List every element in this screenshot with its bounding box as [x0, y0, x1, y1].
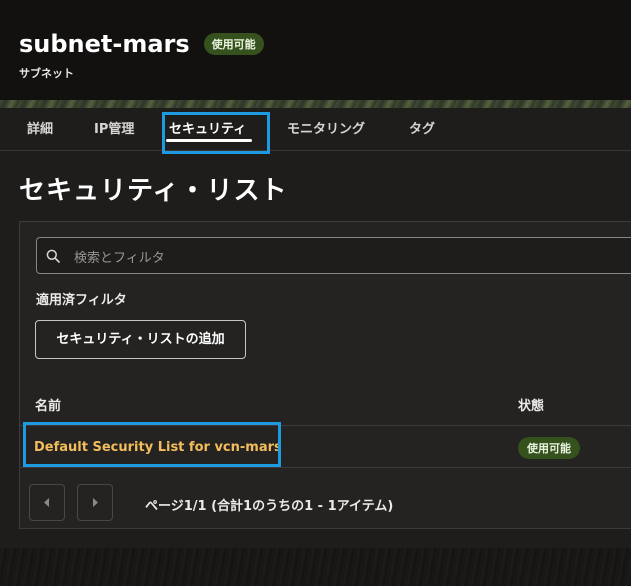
- add-security-list-button[interactable]: セキュリティ・リストの追加: [35, 320, 246, 359]
- column-header-status[interactable]: 状態: [518, 395, 544, 414]
- title-row: subnet-mars 使用可能: [19, 30, 264, 58]
- decorative-bottom-band: [0, 548, 631, 586]
- section-title: セキュリティ・リスト: [19, 176, 288, 206]
- decorative-band: [0, 100, 631, 108]
- applied-filters-label: 適用済フィルタ: [36, 293, 127, 308]
- tab-details[interactable]: 詳細: [27, 108, 53, 150]
- tab-highlight-box: [162, 112, 270, 154]
- search-icon: [46, 248, 60, 263]
- previous-page-button[interactable]: [29, 484, 65, 521]
- tab-ip-management[interactable]: IP管理: [94, 108, 134, 150]
- tab-monitoring[interactable]: モニタリング: [287, 108, 365, 150]
- next-page-button[interactable]: [77, 484, 113, 521]
- chevron-right-icon: [93, 498, 98, 507]
- page-title: subnet-mars: [19, 30, 190, 58]
- tab-bar: 詳細 IP管理 セキュリティ モニタリング タグ: [0, 108, 631, 151]
- page-subtitle: サブネット: [19, 67, 74, 80]
- status-badge: 使用可能: [203, 33, 264, 55]
- row-highlight-box: [23, 422, 281, 467]
- search-placeholder: 検索とフィルタ: [74, 251, 165, 266]
- table-row-divider: [20, 467, 631, 468]
- tab-tags[interactable]: タグ: [409, 108, 435, 150]
- chevron-left-icon: [44, 498, 49, 507]
- row-status-badge: 使用可能: [518, 437, 580, 459]
- pagination-status: ページ1/1 (合計1のうちの1 - 1アイテム): [145, 499, 394, 514]
- column-header-name[interactable]: 名前: [35, 395, 61, 414]
